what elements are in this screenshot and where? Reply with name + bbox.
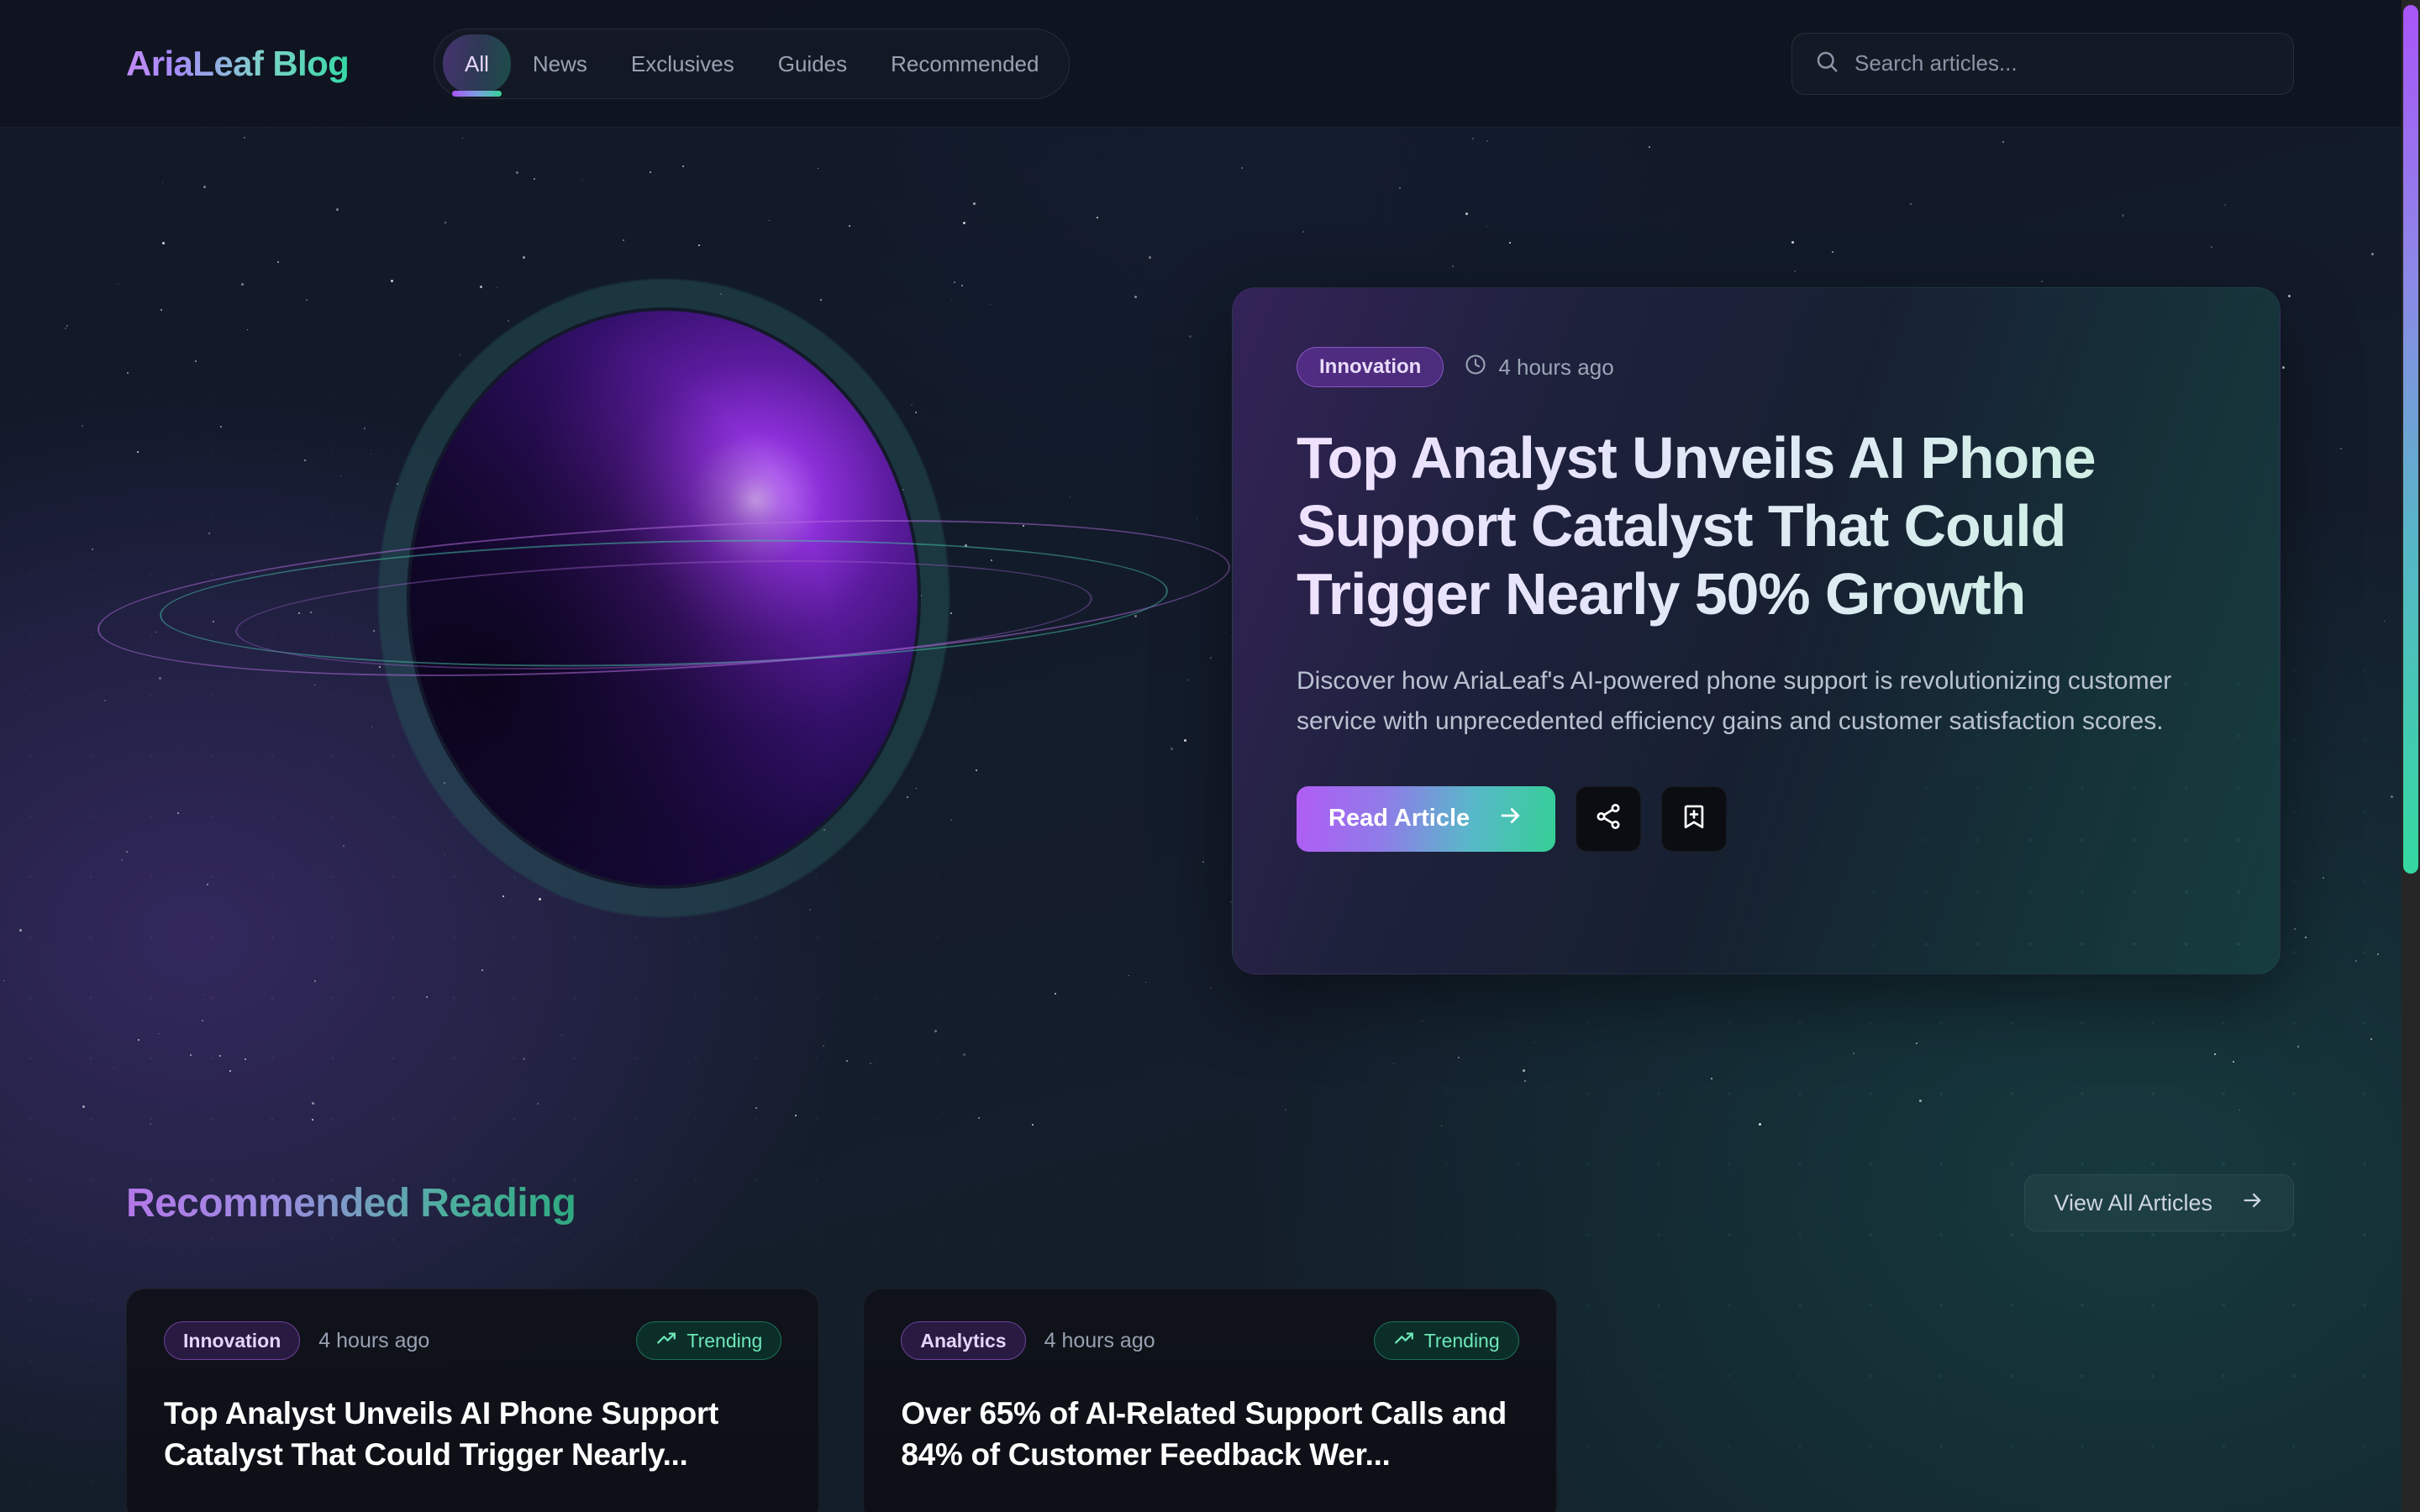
- tab-all-label: All: [465, 50, 489, 76]
- hero-time-label: 4 hours ago: [1498, 354, 1614, 380]
- article-card-meta-row: Analytics 4 hours ago Trending: [901, 1321, 1519, 1360]
- hero-description: Discover how AriaLeaf's AI-powered phone…: [1297, 666, 2172, 736]
- article-card[interactable]: Innovation 4 hours ago Trending Top Anal…: [126, 1289, 820, 1512]
- trending-up-icon: [1393, 1327, 1415, 1354]
- featured-article-card[interactable]: Innovation 4 hours ago Top Analyst Unvei…: [1232, 287, 2281, 974]
- tab-exclusives-label: Exclusives: [630, 50, 734, 76]
- article-card[interactable]: Analytics 4 hours ago Trending Over 65% …: [863, 1289, 1557, 1512]
- trending-badge: Trending: [636, 1321, 782, 1360]
- article-meta-group: Innovation 4 hours ago: [164, 1321, 429, 1360]
- trending-up-icon: [655, 1327, 677, 1354]
- trending-label: Trending: [1423, 1329, 1500, 1352]
- trending-label: Trending: [687, 1329, 763, 1352]
- search-bar[interactable]: [1791, 32, 2294, 95]
- article-timestamp: 4 hours ago: [1044, 1328, 1155, 1352]
- bookmark-button[interactable]: [1661, 785, 1728, 852]
- arrow-right-icon: [1498, 803, 1523, 835]
- top-header-bar: AriaLeaf Blog All News Exclusives Guides…: [0, 0, 2420, 128]
- brand-logo[interactable]: AriaLeaf Blog: [126, 44, 350, 84]
- read-article-button[interactable]: Read Article: [1297, 785, 1556, 852]
- hero-title: Top Analyst Unveils AI Phone Support Cat…: [1297, 424, 2187, 629]
- tab-news[interactable]: News: [511, 34, 609, 93]
- page-scrollbar-track[interactable]: [2402, 0, 2420, 1512]
- tab-all[interactable]: All: [443, 34, 511, 97]
- clock-icon: [1464, 353, 1487, 382]
- tab-guides[interactable]: Guides: [756, 34, 869, 93]
- view-all-label: View All Articles: [2054, 1189, 2212, 1215]
- bookmark-plus-icon: [1680, 802, 1708, 835]
- read-article-label: Read Article: [1328, 805, 1470, 832]
- tab-recommended[interactable]: Recommended: [869, 34, 1060, 93]
- page-scrollbar-thumb[interactable]: [2403, 5, 2418, 874]
- article-category-badge[interactable]: Innovation: [164, 1321, 301, 1360]
- search-input[interactable]: [1854, 50, 2271, 76]
- hero-action-row: Read Article: [1297, 785, 2216, 852]
- article-timestamp: 4 hours ago: [318, 1328, 430, 1352]
- section-title: Recommended Reading: [126, 1180, 576, 1226]
- category-tab-bar: All News Exclusives Guides Recommended: [434, 29, 1071, 99]
- tab-exclusives[interactable]: Exclusives: [609, 34, 756, 93]
- hero-category-badge[interactable]: Innovation: [1297, 347, 1444, 387]
- tab-news-label: News: [532, 50, 587, 76]
- tab-guides-label: Guides: [777, 50, 848, 76]
- hero-meta-row: Innovation 4 hours ago: [1297, 347, 2216, 387]
- view-all-articles-button[interactable]: View All Articles: [2024, 1174, 2294, 1231]
- article-card-meta-row: Innovation 4 hours ago Trending: [164, 1321, 782, 1360]
- share-button[interactable]: [1576, 785, 1642, 852]
- hero-section: Innovation 4 hours ago Top Analyst Unvei…: [0, 128, 2420, 1152]
- arrow-right-icon: [2241, 1189, 2265, 1218]
- search-icon: [1814, 49, 1839, 78]
- tab-recommended-label: Recommended: [891, 50, 1039, 76]
- trending-badge: Trending: [1373, 1321, 1519, 1360]
- planet-illustration: [92, 178, 1235, 1018]
- article-title: Top Analyst Unveils AI Phone Support Cat…: [164, 1396, 719, 1472]
- article-meta-group: Analytics 4 hours ago: [901, 1321, 1155, 1360]
- article-title: Over 65% of AI-Related Support Calls and…: [901, 1396, 1507, 1472]
- share-icon: [1594, 802, 1623, 835]
- hero-timestamp: 4 hours ago: [1464, 353, 1614, 382]
- article-card-grid: Innovation 4 hours ago Trending Top Anal…: [0, 1289, 2420, 1512]
- recommended-header-row: Recommended Reading View All Articles: [0, 1152, 2420, 1253]
- article-category-badge[interactable]: Analytics: [901, 1321, 1026, 1360]
- recommended-reading-section: Recommended Reading View All Articles In…: [0, 1152, 2420, 1512]
